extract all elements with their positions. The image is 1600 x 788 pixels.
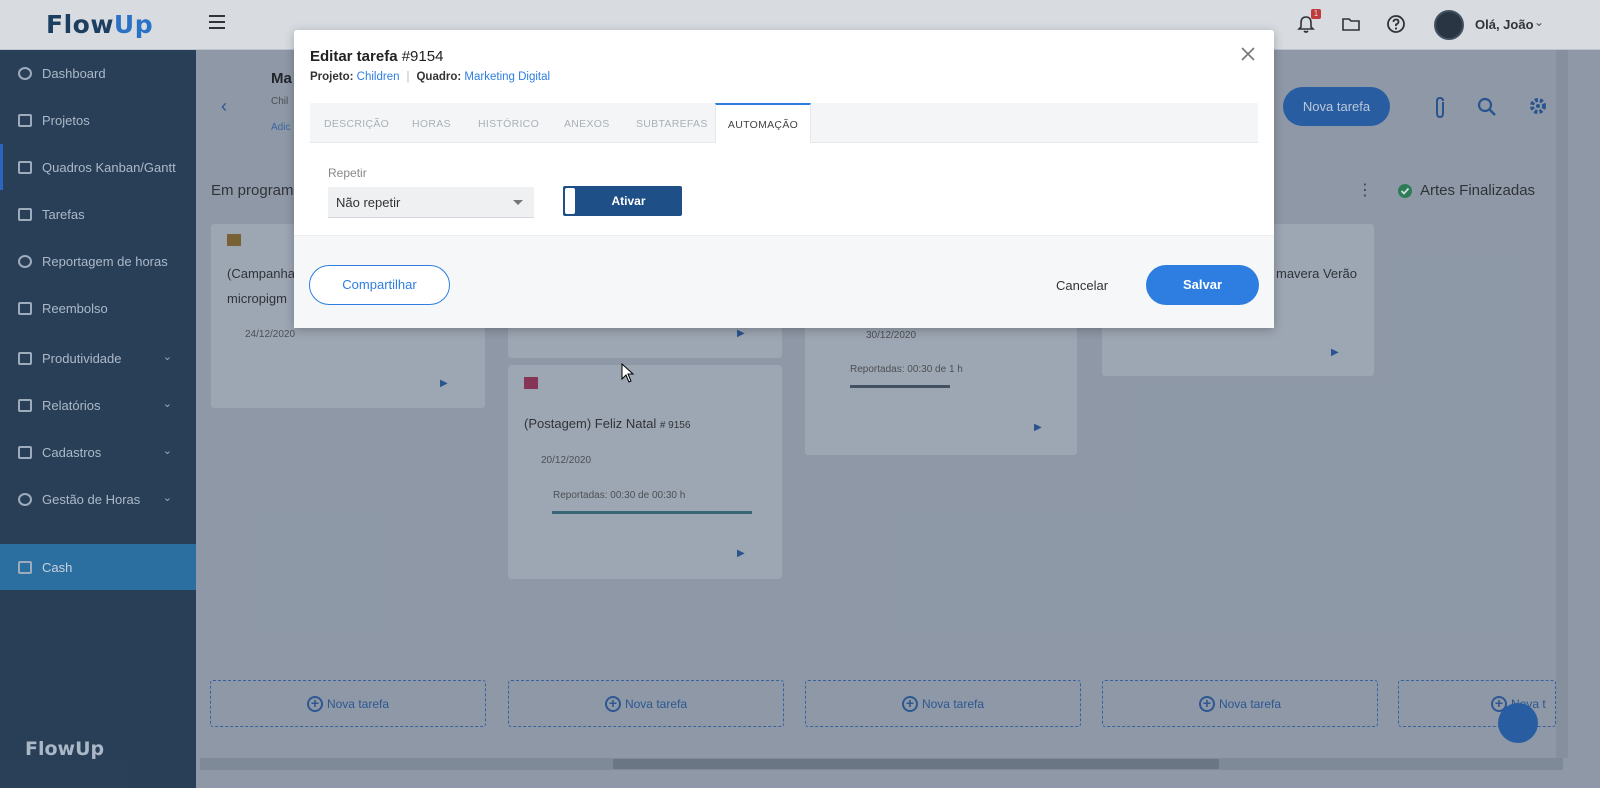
automation-panel: Repetir Não repetir Ativar [310, 143, 1258, 235]
modal-footer: Compartilhar Cancelar Salvar [294, 235, 1274, 328]
tab-automacao[interactable]: AUTOMAÇÃO [715, 103, 811, 143]
save-button[interactable]: Salvar [1146, 265, 1259, 305]
edit-task-modal: Editar tarefa #9154 Projeto: Children | Qu… [294, 30, 1274, 328]
toggle-knob[interactable] [565, 188, 575, 214]
tab-descricao[interactable]: DESCRIÇÃO [324, 103, 389, 143]
tab-subtarefas[interactable]: SUBTAREFAS [636, 103, 708, 143]
activate-toggle[interactable]: Ativar [563, 186, 682, 216]
repeat-select[interactable]: Não repetir [328, 187, 534, 218]
modal-tabs: DESCRIÇÃO HORAS HISTÓRICO ANEXOS SUBTARE… [310, 103, 1258, 143]
project-link[interactable]: Children [357, 71, 400, 83]
tab-historico[interactable]: HISTÓRICO [478, 103, 539, 143]
modal-title: Editar tarefa #9154 [310, 48, 444, 65]
caret-down-icon [513, 200, 523, 205]
board-link[interactable]: Marketing Digital [464, 71, 550, 83]
close-icon[interactable] [1240, 46, 1256, 62]
share-button[interactable]: Compartilhar [309, 265, 450, 305]
modal-meta: Projeto: Children | Quadro: Marketing Digi… [310, 71, 551, 83]
mouse-cursor-icon [621, 363, 635, 383]
cancel-button[interactable]: Cancelar [1056, 278, 1108, 293]
repeat-label: Repetir [328, 166, 367, 180]
toggle-label: Ativar [611, 194, 646, 208]
tab-horas[interactable]: HORAS [412, 103, 451, 143]
tab-anexos[interactable]: ANEXOS [564, 103, 610, 143]
